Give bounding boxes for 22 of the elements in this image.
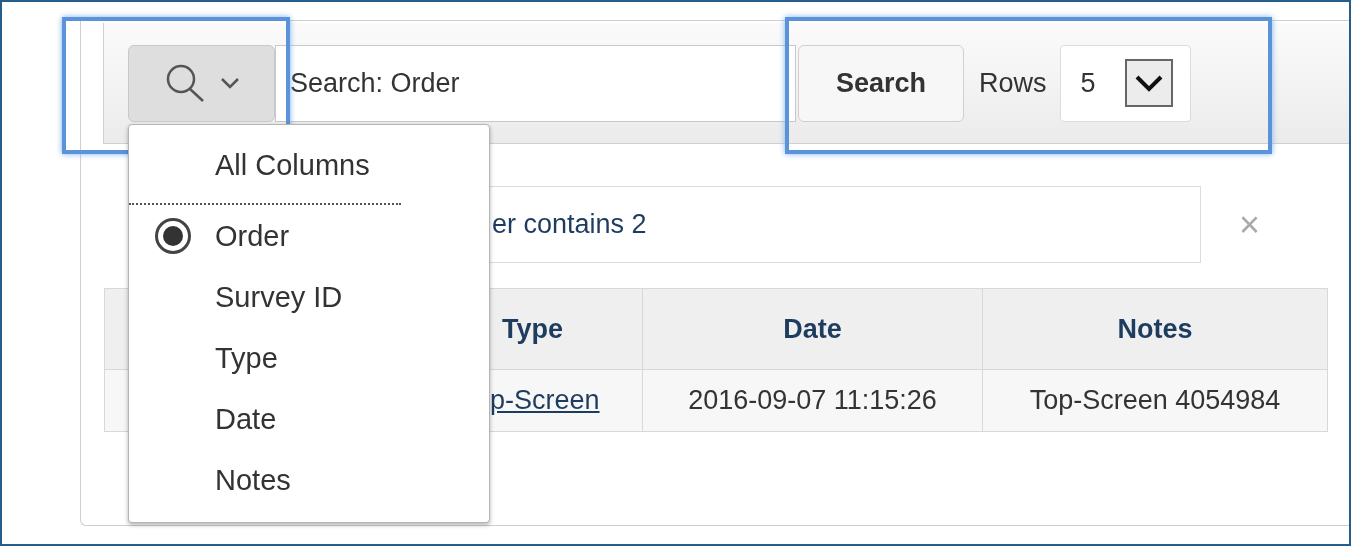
column-menu-item[interactable]: Date [129, 389, 489, 450]
filter-field[interactable]: er contains 2 [489, 186, 1201, 263]
caret-icon [219, 77, 240, 89]
column-menu-item[interactable]: Survey ID [129, 267, 489, 328]
rows-label: Rows [979, 66, 1047, 100]
rows-value: 5 [1080, 66, 1097, 100]
column-menu-item[interactable]: Notes [129, 450, 489, 511]
column-menu-item[interactable]: Order [129, 206, 489, 267]
column-menu-item[interactable]: All Columns [129, 135, 489, 206]
column-header[interactable]: Notes [982, 288, 1328, 370]
filter-text: er contains 2 [492, 208, 647, 242]
radio-selected-icon [155, 218, 191, 254]
column-header[interactable]: Date [642, 288, 983, 370]
table-cell: 2016-09-07 11:15:26 [642, 369, 983, 432]
column-menu-item[interactable]: Type [129, 328, 489, 389]
table-cell: Top-Screen 4054984 [982, 369, 1328, 432]
type-link[interactable]: p-Screen [490, 385, 600, 416]
column-search-button[interactable] [128, 44, 275, 122]
search-button[interactable]: Search [798, 44, 964, 122]
search-field[interactable]: Search: Order [275, 44, 796, 122]
rows-select[interactable]: 5 [1059, 44, 1191, 122]
column-header[interactable]: Type [489, 288, 643, 370]
